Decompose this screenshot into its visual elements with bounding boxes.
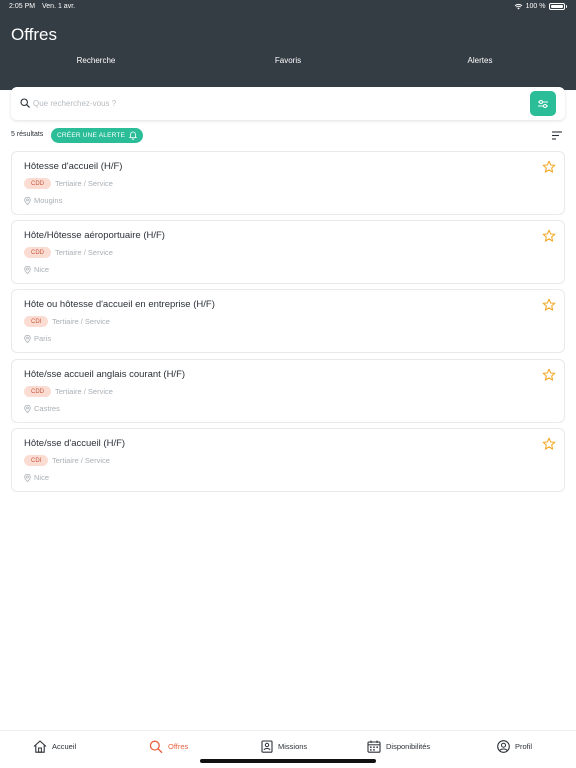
offer-location: Mougins: [24, 196, 62, 205]
sliders-icon: [538, 99, 548, 108]
search-input[interactable]: [33, 95, 513, 112]
user-circle-icon: [497, 740, 510, 753]
battery-icon: [548, 3, 565, 10]
offer-card[interactable]: Hôte ou hôtesse d'accueil en entreprise …: [11, 289, 565, 353]
contract-badge: CDD: [24, 386, 51, 397]
results-count: 5 résultats: [11, 131, 44, 138]
tab-recherche[interactable]: Recherche: [0, 52, 192, 80]
nav-label-offres: Offres: [168, 742, 189, 751]
search-bar: [11, 87, 565, 120]
offer-sector: Tertiaire / Service: [52, 317, 110, 326]
offer-card[interactable]: Hôte/sse d'accueil (H/F) CDI Tertiaire /…: [11, 428, 565, 492]
contract-badge: CDD: [24, 178, 51, 189]
nav-item-missions[interactable]: Missions: [261, 740, 307, 753]
page-title: Offres: [11, 25, 57, 44]
sort-icon[interactable]: [551, 130, 563, 141]
tab-alertes[interactable]: Alertes: [384, 52, 576, 80]
wifi-icon: [514, 3, 522, 10]
offer-sector: Tertiaire / Service: [52, 456, 110, 465]
nav-item-profil[interactable]: Profil: [497, 740, 532, 753]
nav-label-profil: Profil: [515, 742, 533, 751]
nav-item-accueil[interactable]: Accueil: [33, 740, 76, 753]
battery-percent: 100 %: [525, 3, 546, 10]
offer-title: Hôte/sse d'accueil (H/F): [24, 438, 126, 449]
offer-location: Castres: [24, 404, 60, 413]
create-alert-label: CRÉER UNE ALERTE: [57, 132, 126, 139]
battery-tip: [565, 5, 567, 8]
location-pin-icon: [24, 473, 31, 482]
status-time: 2:05 PM: [9, 3, 36, 10]
tab-bar: Recherche Favoris Alertes: [0, 52, 576, 80]
nav-label-missions: Missions: [278, 742, 308, 751]
home-icon: [33, 740, 47, 753]
offer-location: Nice: [24, 473, 49, 482]
app-header: 2:05 PM Ven. 1 avr. 100 % Offres Recherc…: [0, 0, 576, 90]
offer-location-text: Castres: [34, 404, 60, 413]
offer-location: Paris: [24, 334, 51, 343]
status-bar: 2:05 PM Ven. 1 avr. 100 %: [0, 3, 576, 13]
home-indicator: [200, 759, 376, 763]
create-alert-button[interactable]: CRÉER UNE ALERTE: [51, 128, 144, 143]
tab-favoris[interactable]: Favoris: [192, 52, 384, 80]
offer-title: Hôtesse d'accueil (H/F): [24, 161, 123, 172]
calendar-icon: [367, 740, 381, 753]
offer-title: Hôte ou hôtesse d'accueil en entreprise …: [24, 299, 215, 310]
star-icon[interactable]: [542, 437, 556, 451]
search-icon: [149, 740, 163, 753]
bell-icon: [129, 131, 138, 140]
contract-badge: CDD: [24, 247, 51, 258]
nav-label-accueil: Accueil: [52, 742, 77, 751]
location-pin-icon: [24, 265, 31, 274]
offer-card[interactable]: Hôte/Hôtesse aéroportuaire (H/F) CDD Ter…: [11, 220, 565, 284]
offer-location-text: Nice: [34, 473, 50, 482]
filter-button[interactable]: [530, 91, 556, 116]
offer-location-text: Nice: [34, 265, 50, 274]
offer-card[interactable]: Hôte/sse accueil anglais courant (H/F) C…: [11, 359, 565, 423]
contract-badge: CDI: [24, 455, 49, 466]
offer-location-text: Mougins: [34, 196, 63, 205]
star-icon[interactable]: [542, 298, 556, 312]
status-indicators: 100 %: [514, 3, 567, 10]
star-icon[interactable]: [542, 368, 556, 382]
star-icon[interactable]: [542, 229, 556, 243]
offer-location-text: Paris: [34, 334, 52, 343]
offer-title: Hôte/sse accueil anglais courant (H/F): [24, 369, 186, 380]
offer-sector: Tertiaire / Service: [55, 248, 113, 257]
contract-badge: CDI: [24, 316, 49, 327]
location-pin-icon: [24, 334, 31, 343]
location-pin-icon: [24, 404, 31, 413]
status-date: Ven. 1 avr.: [42, 3, 76, 10]
offer-sector: Tertiaire / Service: [55, 387, 113, 396]
offer-title: Hôte/Hôtesse aéroportuaire (H/F): [24, 230, 165, 241]
nav-item-offres[interactable]: Offres: [149, 740, 188, 753]
nav-item-disponibilites[interactable]: Disponibilités: [367, 740, 430, 753]
star-icon[interactable]: [542, 160, 556, 174]
search-icon: [20, 98, 30, 108]
offer-location: Nice: [24, 265, 49, 274]
offer-card[interactable]: Hôtesse d'accueil (H/F) CDD Tertiaire / …: [11, 151, 565, 215]
results-toolbar: 5 résultats CRÉER UNE ALERTE: [11, 128, 565, 143]
nav-label-disponibilites: Disponibilités: [386, 742, 431, 751]
id-badge-icon: [261, 740, 273, 753]
offer-sector: Tertiaire / Service: [55, 179, 113, 188]
location-pin-icon: [24, 196, 31, 205]
